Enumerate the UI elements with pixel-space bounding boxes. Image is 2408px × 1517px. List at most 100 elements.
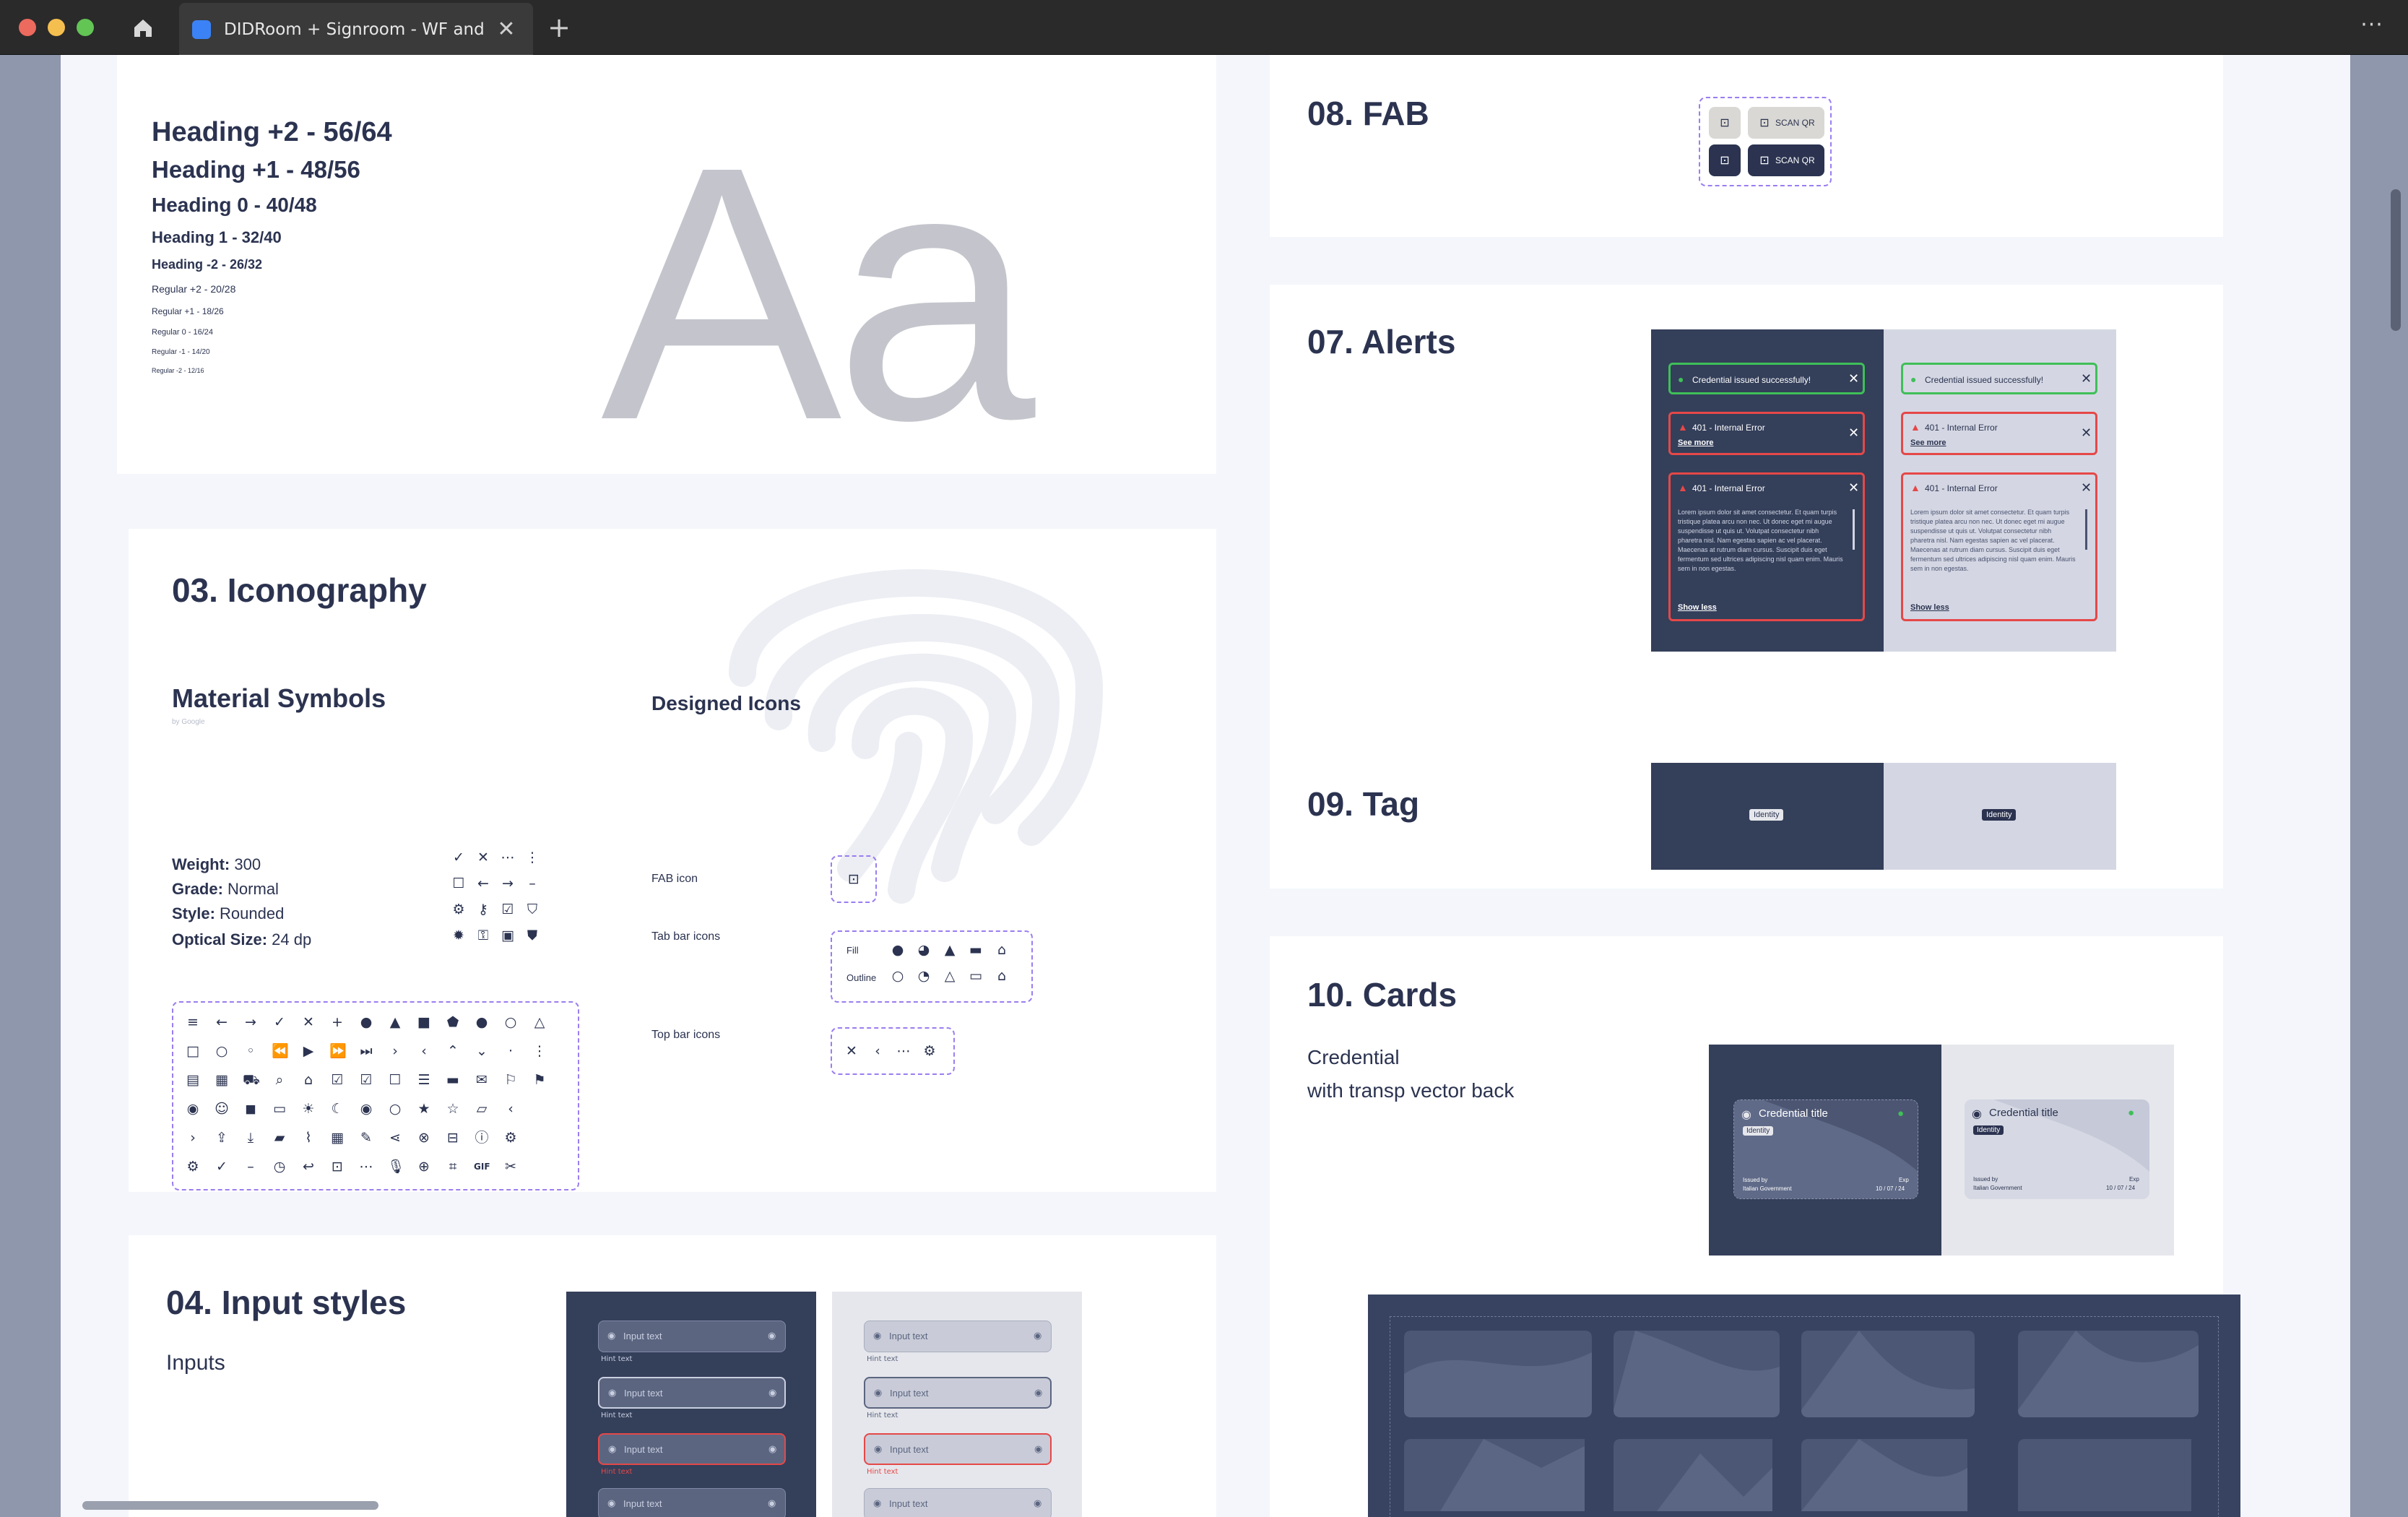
settings-icon: ⚙ <box>923 1043 936 1059</box>
fab-extended-dark[interactable]: ⊡ SCAN QR <box>1748 144 1824 176</box>
close-icon: ✕ <box>846 1043 857 1059</box>
credential-card-dark[interactable]: ◉ Credential title ● Identity Issued by … <box>1733 1099 1918 1199</box>
input-placeholder: Input text <box>890 1444 929 1455</box>
edit-icon: ✎ <box>360 1130 372 1146</box>
eye-icon: ◉ <box>608 1387 617 1398</box>
optical-value: 24 dp <box>272 930 312 948</box>
success-icon: ● <box>1678 373 1684 385</box>
show-less-link[interactable]: Show less <box>1678 603 1717 612</box>
horizontal-scrollbar[interactable] <box>82 1501 378 1510</box>
alert-error-text: 401 - Internal Error <box>1925 483 1998 493</box>
fab-small-light[interactable]: ⊡ <box>1709 107 1741 139</box>
alert-success-dark: ● Credential issued successfully! ✕ <box>1668 363 1865 394</box>
car-icon: ⛟ <box>243 1072 260 1088</box>
maximize-window-button[interactable] <box>77 19 94 36</box>
dark-input-1[interactable]: ◉ Input text ◉ <box>598 1321 786 1352</box>
cards-subtitle-line1: Credential <box>1307 1046 1400 1068</box>
attachment-icon: ⌇ <box>305 1130 312 1146</box>
tab-title: DIDRoom + Signroom - WF and GUI <box>224 20 484 39</box>
chevron-right-small-icon: › <box>392 1043 398 1059</box>
alerts-title: 07. Alerts <box>1307 323 1456 360</box>
design-canvas[interactable]: Heading +2 - 56/64 Heading +1 - 48/56 He… <box>61 55 2350 1517</box>
circle-small-icon: ○ <box>215 1043 228 1059</box>
input-styles-title: 04. Input styles <box>166 1284 407 1321</box>
credential-card-light[interactable]: ◉ Credential title ● Identity Issued by … <box>1965 1099 2149 1199</box>
bell-outline-icon: △ <box>944 968 956 984</box>
inputs-dark-panel: ◉ Input text ◉ Hint text ◉ Input text ◉ … <box>566 1292 816 1517</box>
tab-bar-icons-box: Fill Outline ● ◕ ▲ ▬ ⌂ ○ ◔ △ ▭ ⌂ <box>831 930 1033 1003</box>
fab-extended-light[interactable]: ⊡ SCAN QR <box>1748 107 1824 139</box>
warning-icon: ▲ <box>1910 482 1920 493</box>
crop-square-icon: ☐ <box>389 1072 402 1088</box>
alert-close-icon[interactable]: ✕ <box>1848 373 1859 386</box>
menu-icon: ≡ <box>187 1014 199 1030</box>
blank-icon-a <box>532 1101 547 1117</box>
show-less-link[interactable]: Show less <box>1910 603 1949 612</box>
arrow-forward-icon: → <box>245 1014 256 1030</box>
eye-toggle-icon[interactable]: ◉ <box>768 1387 776 1399</box>
alert-scrollbar[interactable] <box>1853 509 1855 550</box>
credential-tag: Identity <box>1973 1125 2004 1135</box>
alert-success-text: Credential issued successfully! <box>1925 375 2044 385</box>
see-more-link[interactable]: See more <box>1910 438 1946 447</box>
top-bar-icons-box: ✕ ‹ ⋯ ⚙ <box>831 1027 955 1075</box>
exp-label: Exp <box>2129 1176 2139 1183</box>
credential-verified-icon: ● <box>2128 1107 2135 1119</box>
alert-close-icon[interactable]: ✕ <box>2081 373 2092 386</box>
search-icon: ⌕ <box>275 1072 284 1088</box>
folder-icon: ▰ <box>274 1130 285 1146</box>
see-more-link[interactable]: See more <box>1678 438 1714 447</box>
home-icon[interactable] <box>129 14 157 40</box>
remove-icon: – <box>529 876 536 891</box>
alert-close-icon[interactable]: ✕ <box>1848 482 1859 495</box>
hint-text: Hint text <box>867 1355 898 1363</box>
minimize-window-button[interactable] <box>48 19 65 36</box>
tab-close-icon[interactable]: ✕ <box>494 17 519 42</box>
vertical-scrollbar[interactable] <box>2391 189 2401 331</box>
alert-close-icon[interactable]: ✕ <box>2081 482 2092 495</box>
chevron-left-icon: ‹ <box>508 1101 514 1117</box>
dark-input-2[interactable]: ◉ Input text ◉ <box>598 1377 786 1409</box>
eye-toggle-icon[interactable]: ◉ <box>768 1443 776 1455</box>
eye-toggle-icon[interactable]: ◉ <box>1034 1443 1042 1455</box>
dark-input-3-error[interactable]: ◉ Input text ◉ <box>598 1433 786 1465</box>
mail-icon: ✉ <box>476 1072 488 1088</box>
done-icon: ✓ <box>216 1159 228 1175</box>
eye-toggle-icon[interactable]: ◉ <box>768 1497 776 1509</box>
grade-line: Grade: Normal <box>172 880 279 899</box>
new-tab-button[interactable]: + <box>545 13 573 42</box>
eye-toggle-icon[interactable]: ◉ <box>1034 1330 1041 1341</box>
triangle-icon: ▲ <box>389 1014 401 1030</box>
eye-toggle-icon[interactable]: ◉ <box>1034 1387 1042 1399</box>
light-input-1[interactable]: ◉ Input text ◉ <box>864 1321 1052 1352</box>
square-outline-icon: □ <box>186 1043 199 1059</box>
more-menu-icon[interactable]: ··· <box>2356 14 2388 40</box>
material-icon-rows: ≡ ← → ✓ ✕ + ● ▲ ■ ⬟ ● ○ △ □ ○ ◦ ⏪ ▶ ⏩ ⏭ <box>185 1014 560 1175</box>
regular-minus1: Regular -1 - 14/20 <box>152 348 210 356</box>
alert-lorem: Lorem ipsum dolor sit amet consectetur. … <box>1910 509 2076 572</box>
close-window-button[interactable] <box>19 19 36 36</box>
eye-toggle-icon[interactable]: ◉ <box>768 1330 776 1341</box>
light-input-2[interactable]: ◉ Input text ◉ <box>864 1377 1052 1409</box>
dark-input-4[interactable]: ◉ Input text ◉ <box>598 1488 786 1517</box>
tab-active[interactable]: DIDRoom + Signroom - WF and GUI ✕ <box>179 3 533 55</box>
eye-toggle-icon[interactable]: ◉ <box>1034 1497 1041 1509</box>
card-vectors-panel <box>1368 1295 2240 1517</box>
alert-success-light: ● Credential issued successfully! ✕ <box>1901 363 2097 394</box>
designed-icons-title: Designed Icons <box>651 692 801 714</box>
home-fill-icon: ⌂ <box>997 942 1007 958</box>
alert-close-icon[interactable]: ✕ <box>2081 427 2092 440</box>
history-outline-icon: ◔ <box>917 968 930 984</box>
fab-icon-box: ⊡ <box>831 855 877 903</box>
alert-scrollbar[interactable] <box>2085 509 2087 550</box>
credential-tag: Identity <box>1743 1126 1774 1136</box>
heading-plus2: Heading +2 - 56/64 <box>152 117 392 147</box>
alert-close-icon[interactable]: ✕ <box>1848 427 1859 440</box>
fab-small-dark[interactable]: ⊡ <box>1709 144 1741 176</box>
person-outline-icon: ○ <box>891 968 904 984</box>
card-vector-shapes <box>1404 1331 2199 1511</box>
light-input-4[interactable]: ◉ Input text ◉ <box>864 1488 1052 1517</box>
radio-checked-icon: ◉ <box>360 1101 373 1117</box>
light-input-3-error[interactable]: ◉ Input text ◉ <box>864 1433 1052 1465</box>
check-icon: ✓ <box>274 1014 285 1030</box>
